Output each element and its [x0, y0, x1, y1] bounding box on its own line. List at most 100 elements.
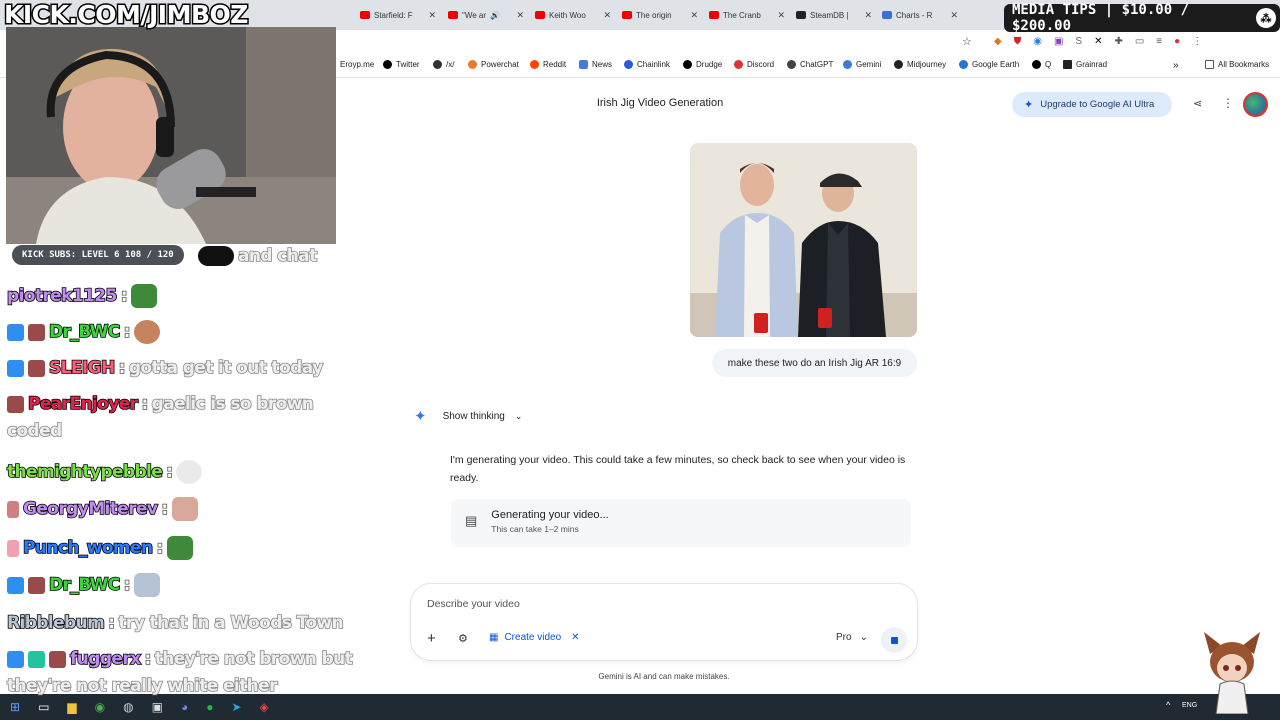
- bookmark-item[interactable]: Gemini: [843, 60, 881, 69]
- founder-badge-icon: [28, 323, 45, 341]
- bookmark-item[interactable]: Discord: [734, 60, 774, 69]
- spotify-icon[interactable]: ●: [206, 700, 213, 714]
- close-tab-icon[interactable]: ✕: [603, 10, 611, 21]
- prompt-input-box[interactable]: Describe your video + ⚙ ▦ Create video ✕…: [411, 584, 917, 660]
- chat-message: Punch_women:: [7, 536, 193, 560]
- share-icon[interactable]: ⋖: [1193, 97, 1202, 110]
- steam-icon[interactable]: ◍: [123, 700, 133, 714]
- tab-starfield[interactable]: Starfield: F ✕: [356, 4, 440, 26]
- file-explorer-icon[interactable]: ▆: [67, 700, 76, 714]
- s-extension-icon[interactable]: S: [1075, 36, 1082, 47]
- windows-start-icon[interactable]: ⊞: [10, 700, 20, 714]
- model-selector[interactable]: Pro ⌄: [836, 632, 868, 643]
- cast-icon[interactable]: ▭: [1135, 36, 1144, 47]
- youtube-icon: [360, 11, 370, 19]
- stop-button[interactable]: [881, 627, 907, 653]
- video-clapper-icon: ▤: [465, 513, 478, 528]
- close-tab-icon[interactable]: ✕: [428, 10, 436, 21]
- bookmark-item[interactable]: Q: [1032, 60, 1051, 69]
- metamask-icon[interactable]: ◆: [994, 36, 1002, 47]
- tab-charts[interactable]: Charts - R ✕: [878, 4, 962, 26]
- uploaded-image[interactable]: [690, 143, 917, 337]
- task-view-icon[interactable]: ▭: [38, 700, 49, 714]
- gemini-icon: [843, 60, 852, 69]
- discord-icon[interactable]: ◕: [181, 700, 188, 714]
- close-chip-icon[interactable]: ✕: [571, 632, 579, 643]
- more-bookmarks-icon[interactable]: »: [1173, 60, 1179, 71]
- gift-badge-icon: [7, 500, 19, 518]
- pepe-emote-icon: [130, 284, 157, 308]
- tab-we-are[interactable]: "We ar 🔊 ✕: [444, 4, 528, 26]
- face-emote-icon: [176, 460, 203, 484]
- language-indicator[interactable]: ENG: [1182, 702, 1197, 709]
- chrome-icon[interactable]: ◉: [95, 700, 105, 714]
- tray-chevron-icon[interactable]: ^: [1166, 700, 1170, 710]
- upgrade-button[interactable]: ✦ Upgrade to Google AI Ultra: [1012, 92, 1172, 117]
- face-emote-icon: [133, 320, 160, 344]
- all-bookmarks[interactable]: All Bookmarks: [1205, 60, 1269, 69]
- profile-icon[interactable]: ●: [1174, 36, 1180, 47]
- photo-two-people: [690, 143, 917, 337]
- disclaimer: Gemini is AI and can make mistakes.: [598, 672, 730, 681]
- close-tab-icon[interactable]: ✕: [690, 10, 698, 21]
- tab-the-origin[interactable]: The origin ✕: [618, 4, 702, 26]
- close-tab-icon[interactable]: ✕: [864, 10, 872, 21]
- bookmark-item[interactable]: Reddit: [530, 60, 566, 69]
- add-icon[interactable]: +: [427, 630, 436, 647]
- midjourney-icon: [894, 60, 903, 69]
- sub-badge-icon: [7, 576, 24, 594]
- powerchat-icon: [468, 60, 477, 69]
- bookmark-item[interactable]: ChatGPT: [787, 60, 833, 69]
- star-bookmark-icon[interactable]: ☆: [962, 35, 972, 48]
- generating-video-card: ▤ Generating your video... This can take…: [451, 499, 911, 547]
- extension-icon[interactable]: ▣: [1054, 36, 1063, 47]
- chat-message: Dr_BWC:: [7, 320, 160, 344]
- tools-icon[interactable]: ⚙: [458, 632, 468, 645]
- prompt-input[interactable]: Describe your video: [427, 598, 520, 610]
- avatar[interactable]: [1243, 92, 1268, 117]
- terminal-icon[interactable]: ▣: [152, 700, 163, 714]
- shield-icon[interactable]: ⛊: [1014, 36, 1022, 47]
- bookmark-item[interactable]: Midjourney: [894, 60, 946, 69]
- puzzle-icon[interactable]: ✚: [1114, 36, 1122, 47]
- bookmark-item[interactable]: Twitter: [383, 60, 420, 69]
- chat-message: Dr_BWC:: [7, 573, 160, 597]
- bookmark-item[interactable]: Grainrad: [1063, 60, 1107, 69]
- bookmark-item[interactable]: Drudge: [683, 60, 722, 69]
- tab-steamdb[interactable]: SteamDB | ✕: [792, 4, 876, 26]
- more-vert-icon[interactable]: ⋮: [1222, 96, 1234, 110]
- board-icon: [433, 60, 442, 69]
- show-thinking-toggle[interactable]: ✦ Show thinking ⌄: [414, 407, 522, 425]
- x-icon[interactable]: ✕: [1094, 36, 1102, 47]
- sub-badge-icon: [7, 359, 24, 377]
- webcam-person: [6, 27, 336, 244]
- chat-message: themightypebble:: [6, 460, 203, 484]
- chat-message: GeorgyMiterev:: [7, 497, 198, 521]
- telegram-icon[interactable]: ➤: [231, 700, 241, 714]
- chat-message: piotrek1125:: [6, 284, 157, 308]
- menu-lines-icon[interactable]: ≡: [1156, 36, 1162, 47]
- close-tab-icon[interactable]: ✕: [950, 10, 958, 21]
- create-video-chip[interactable]: ▦ Create video ✕: [489, 632, 580, 643]
- tab-the-cranberries[interactable]: The Cranb ✕: [705, 4, 789, 26]
- bookmark-item[interactable]: Powerchat: [468, 60, 519, 69]
- youtube-icon: [709, 11, 719, 19]
- more-vert-icon[interactable]: ⋮: [1192, 36, 1202, 47]
- bookmark-item[interactable]: Eroyp.me: [340, 60, 374, 69]
- webcam-feed: [6, 27, 336, 244]
- bookmark-item[interactable]: /x/: [433, 60, 454, 69]
- bookmark-item[interactable]: News: [579, 60, 612, 69]
- conversation-title: Irish Jig Video Generation: [596, 97, 724, 109]
- kick-channel-logo: KICK.COM/JIMBOZ: [3, 0, 250, 31]
- wifi-icon[interactable]: ◉: [1033, 36, 1042, 47]
- bookmark-item[interactable]: Google Earth: [959, 60, 1019, 69]
- chainlink-icon: [624, 60, 633, 69]
- video-icon: ▦: [489, 632, 499, 643]
- close-tab-icon[interactable]: ✕: [777, 10, 785, 21]
- close-tab-icon[interactable]: ✕: [516, 10, 524, 21]
- discord-icon: [734, 60, 743, 69]
- bookmark-item[interactable]: Chainlink: [624, 60, 670, 69]
- tab-keith-woods[interactable]: Keith Woo ✕: [531, 4, 615, 26]
- assistant-reply: I'm generating your video. This could ta…: [450, 454, 906, 484]
- obs-icon[interactable]: ◈: [260, 700, 269, 714]
